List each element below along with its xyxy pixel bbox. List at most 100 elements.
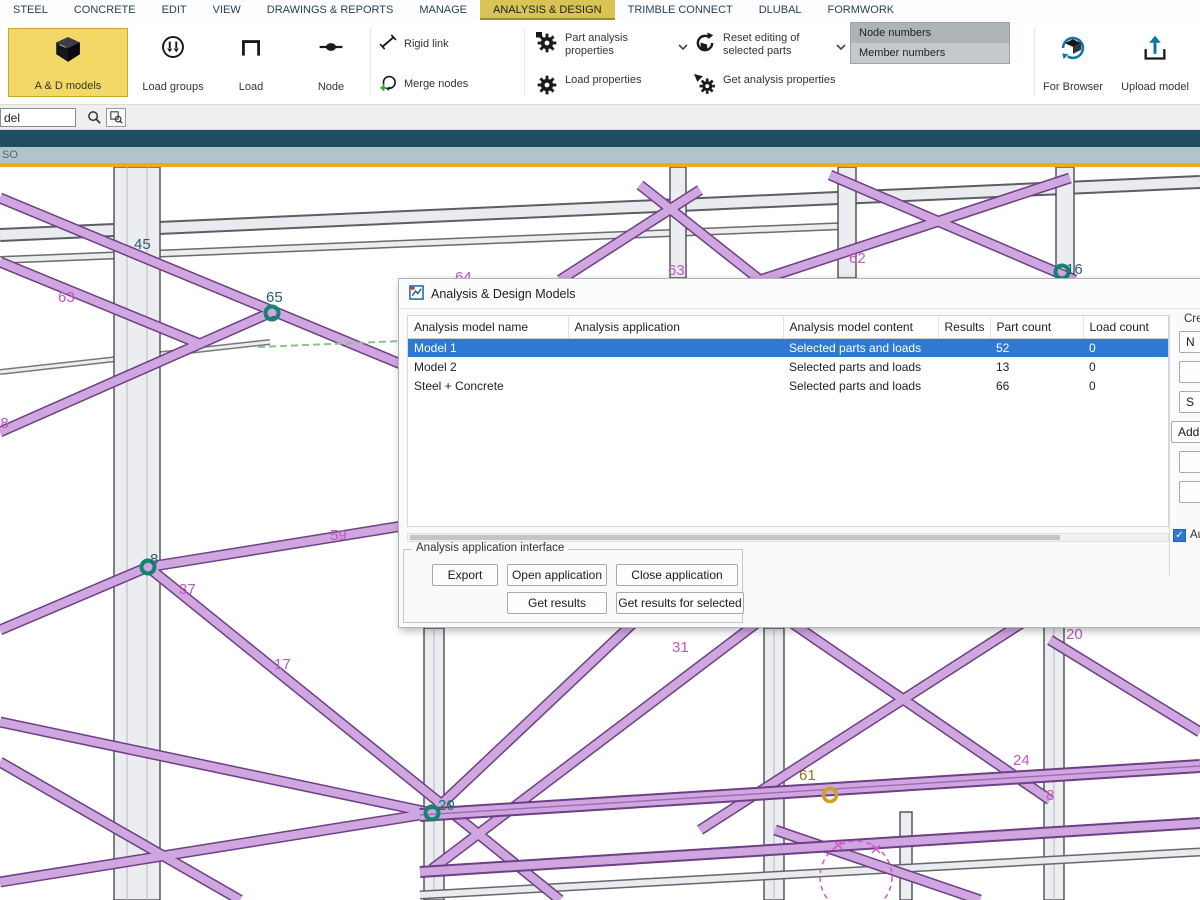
table-row-steel-concrete[interactable]: Steel + Concrete Selected parts and load…	[408, 376, 1168, 395]
side-button[interactable]	[1179, 361, 1200, 383]
search-icon[interactable]	[84, 108, 104, 127]
ribbon-tab-bar: STEEL CONCRETE EDIT VIEW DRAWINGS & REPO…	[0, 0, 1200, 20]
view-name-bar: SO	[0, 147, 1200, 163]
column-header-part-count[interactable]: Part count	[990, 316, 1084, 339]
load-groups-button[interactable]: Load groups	[134, 28, 212, 97]
merge-nodes-label: Merge nodes	[404, 77, 469, 90]
member-number-label: 31	[672, 639, 689, 656]
rigid-link-label: Rigid link	[404, 37, 449, 50]
add-button[interactable]: Add	[1171, 421, 1200, 443]
analysis-design-models-dialog: Analysis & Design Models Analysis model …	[398, 278, 1200, 628]
get-results-button[interactable]: Get results	[507, 592, 607, 614]
dialog-title-bar[interactable]: Analysis & Design Models	[399, 279, 1200, 309]
load-properties-button[interactable]: Load properties	[536, 74, 675, 100]
search-model-icon[interactable]	[106, 108, 126, 127]
column-header-load-count[interactable]: Load count	[1083, 316, 1168, 339]
column-header-model-name[interactable]: Analysis model name	[408, 316, 569, 339]
tab-steel[interactable]: STEEL	[0, 0, 61, 20]
models-table: Analysis model name Analysis application…	[407, 315, 1169, 527]
auto-checkbox-label: Au	[1190, 529, 1200, 541]
node-number-label: 65	[266, 289, 283, 306]
upload-model-label: Upload model	[1121, 81, 1189, 93]
gear-icon	[536, 74, 558, 100]
close-application-button[interactable]: Close application	[616, 564, 738, 586]
ad-models-label: A & D models	[34, 80, 102, 92]
chevron-down-icon[interactable]	[836, 38, 846, 56]
node-button[interactable]: Node	[302, 28, 360, 97]
column-header-results[interactable]: Results	[938, 316, 991, 339]
node-icon	[318, 34, 344, 63]
scrollbar-thumb[interactable]	[410, 535, 1060, 540]
table-header-row: Analysis model name Analysis application…	[408, 316, 1168, 339]
tab-manage[interactable]: MANAGE	[406, 0, 480, 20]
tab-concrete[interactable]: CONCRETE	[61, 0, 149, 20]
for-browser-button[interactable]: For Browser	[1040, 28, 1106, 97]
tab-analysis-design[interactable]: ANALYSIS & DESIGN	[480, 0, 615, 20]
node-label: Node	[317, 81, 345, 93]
part-analysis-properties-button[interactable]: Part analysis properties	[536, 32, 657, 58]
export-button[interactable]: Export	[432, 564, 498, 586]
member-number-label: 63	[58, 289, 75, 306]
menu-item-node-numbers[interactable]: Node numbers	[851, 23, 1009, 43]
tab-dlubal[interactable]: DLUBAL	[746, 0, 815, 20]
active-view-border	[0, 163, 1200, 167]
cube-icon	[53, 35, 83, 68]
member-number-label: 37	[179, 581, 196, 598]
auto-checkbox[interactable]: ✓	[1173, 529, 1186, 542]
rigid-link-icon	[378, 32, 398, 55]
get-results-selected-button[interactable]: Get results for selected	[616, 592, 744, 614]
view-name-label: SO	[2, 149, 18, 161]
new-button[interactable]: N	[1179, 331, 1200, 353]
node-number-label: 8	[150, 551, 159, 568]
menu-item-member-numbers[interactable]: Member numbers	[851, 43, 1009, 63]
open-application-button[interactable]: Open application	[507, 564, 607, 586]
node-number-label: 16	[1066, 261, 1083, 278]
side-button[interactable]	[1179, 481, 1200, 503]
browser-cube-icon	[1059, 34, 1087, 65]
merge-nodes-button[interactable]: Merge nodes	[378, 72, 468, 95]
node-number-label: 20	[438, 797, 455, 814]
dialog-side-separator	[1169, 315, 1170, 575]
rigid-link-button[interactable]: Rigid link	[378, 32, 449, 55]
reset-editing-button[interactable]: Reset editing of selected parts	[694, 32, 815, 58]
reset-arrow-icon	[694, 32, 716, 58]
member-number-label: 20	[1066, 626, 1083, 643]
for-browser-label: For Browser	[1043, 81, 1103, 93]
column-header-content[interactable]: Analysis model content	[783, 316, 939, 339]
quick-launch-input[interactable]	[0, 108, 76, 127]
table-horizontal-scrollbar[interactable]	[407, 533, 1169, 542]
gear-part-icon	[536, 32, 558, 58]
table-row-model-1[interactable]: Model 1 Selected parts and loads 52 0	[408, 338, 1168, 357]
tab-formwork[interactable]: FORMWORK	[815, 0, 908, 20]
member-number-label: 24	[1013, 752, 1030, 769]
ad-models-button[interactable]: A & D models	[8, 28, 128, 97]
get-analysis-properties-button[interactable]: Get analysis properties	[694, 74, 843, 100]
upload-model-button[interactable]: Upload model	[1116, 28, 1194, 97]
load-groups-icon	[160, 34, 186, 63]
view-title-bar	[0, 130, 1200, 147]
side-button[interactable]	[1179, 451, 1200, 473]
tab-edit[interactable]: EDIT	[149, 0, 200, 20]
member-number-label: 8	[1046, 787, 1055, 804]
tab-drawings-reports[interactable]: DRAWINGS & REPORTS	[254, 0, 407, 20]
member-number-label: 59	[330, 527, 347, 544]
table-row-model-2[interactable]: Model 2 Selected parts and loads 13 0	[408, 357, 1168, 376]
tab-view[interactable]: VIEW	[200, 0, 254, 20]
side-button-s[interactable]: S	[1179, 391, 1200, 413]
ribbon-separator	[524, 28, 525, 96]
analysis-application-interface-group: Analysis application interface Export Op…	[403, 542, 744, 623]
chevron-down-icon[interactable]	[678, 38, 688, 56]
create-group-label: Cre	[1184, 313, 1200, 325]
gear-arrow-icon	[694, 74, 716, 100]
column-header-application[interactable]: Analysis application	[568, 316, 784, 339]
load-button[interactable]: Load	[224, 28, 278, 97]
member-number-label: 62	[849, 250, 866, 267]
ribbon-separator	[1034, 28, 1035, 96]
member-number-label: 17	[274, 656, 291, 673]
node-number-label: 61	[799, 767, 816, 784]
tab-trimble-connect[interactable]: TRIMBLE CONNECT	[615, 0, 746, 20]
load-groups-label: Load groups	[142, 81, 204, 93]
numbers-dropdown-menu: Node numbers Member numbers	[850, 22, 1010, 64]
load-label: Load	[238, 81, 264, 93]
groupbox-title: Analysis application interface	[412, 542, 569, 554]
